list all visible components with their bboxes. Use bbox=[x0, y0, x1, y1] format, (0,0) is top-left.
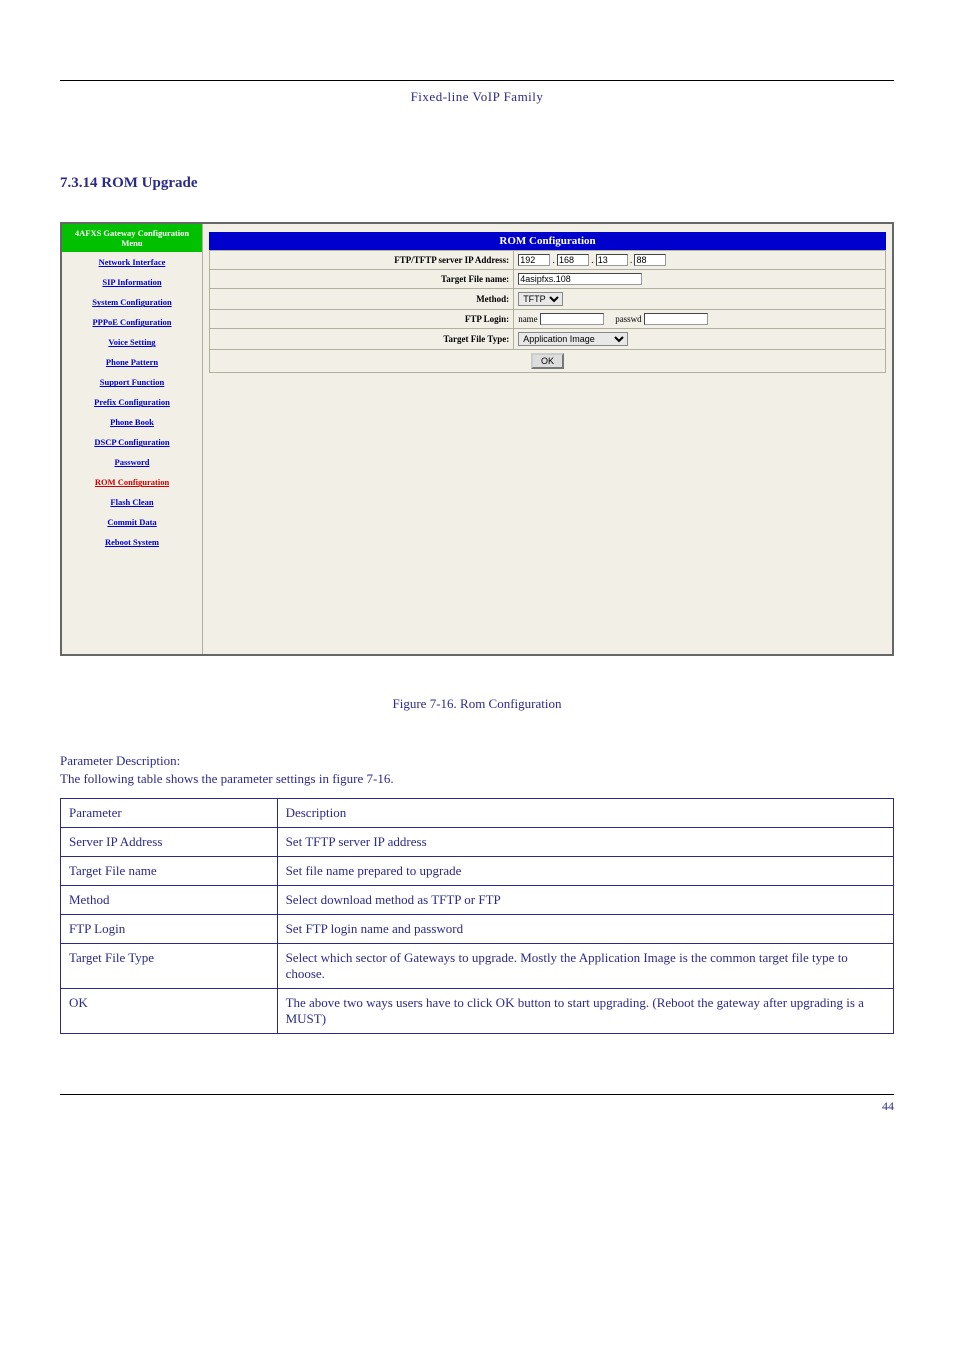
param-name: OK bbox=[61, 989, 278, 1034]
screenshot-frame: 4AFXS Gateway Configuration Menu Network… bbox=[60, 222, 894, 656]
ok-button[interactable]: OK bbox=[531, 353, 564, 369]
sidebar-item-sip[interactable]: SIP Information bbox=[62, 272, 202, 292]
rom-form: FTP/TFTP server IP Address: . . . Target… bbox=[209, 250, 886, 373]
section-heading: 7.3.14 ROM Upgrade bbox=[60, 175, 894, 192]
type-label: Target File Type: bbox=[210, 329, 514, 350]
table-row: Server IP AddressSet TFTP server IP addr… bbox=[61, 828, 894, 857]
param-name: FTP Login bbox=[61, 915, 278, 944]
param-desc: Description bbox=[277, 799, 893, 828]
target-file-input[interactable] bbox=[518, 273, 642, 285]
sidebar-item-support[interactable]: Support Function bbox=[62, 372, 202, 392]
sidebar-item-password[interactable]: Password bbox=[62, 452, 202, 472]
param-desc: Set TFTP server IP address bbox=[277, 828, 893, 857]
sidebar-item-commit[interactable]: Commit Data bbox=[62, 512, 202, 532]
ftp-passwd-input[interactable] bbox=[644, 313, 708, 325]
sidebar-item-phone-pattern[interactable]: Phone Pattern bbox=[62, 352, 202, 372]
method-select[interactable]: TFTP bbox=[518, 292, 563, 306]
figure-caption: Figure 7-16. Rom Configuration bbox=[60, 696, 894, 712]
sidebar-item-pppoe[interactable]: PPPoE Configuration bbox=[62, 312, 202, 332]
sidebar-item-prefix[interactable]: Prefix Configuration bbox=[62, 392, 202, 412]
login-pass-text: passwd bbox=[615, 314, 642, 324]
desc-sub: The following table shows the parameter … bbox=[60, 770, 894, 788]
table-row: ParameterDescription bbox=[61, 799, 894, 828]
sidebar-item-dscp[interactable]: DSCP Configuration bbox=[62, 432, 202, 452]
param-name: Server IP Address bbox=[61, 828, 278, 857]
table-row: Target File TypeSelect which sector of G… bbox=[61, 944, 894, 989]
sidebar-item-system[interactable]: System Configuration bbox=[62, 292, 202, 312]
ftp-name-input[interactable] bbox=[540, 313, 604, 325]
sidebar-item-rom[interactable]: ROM Configuration bbox=[62, 472, 202, 492]
ip-oct-4[interactable] bbox=[634, 254, 666, 266]
table-row: FTP LoginSet FTP login name and password bbox=[61, 915, 894, 944]
desc-heading: Parameter Description: bbox=[60, 752, 894, 770]
sidebar-item-network[interactable]: Network Interface bbox=[62, 252, 202, 272]
target-type-select[interactable]: Application Image bbox=[518, 332, 628, 346]
login-label: FTP Login: bbox=[210, 310, 514, 329]
ip-oct-3[interactable] bbox=[596, 254, 628, 266]
param-desc: Set file name prepared to upgrade bbox=[277, 857, 893, 886]
table-row: OKThe above two ways users have to click… bbox=[61, 989, 894, 1034]
param-name: Target File name bbox=[61, 857, 278, 886]
method-label: Method: bbox=[210, 289, 514, 310]
sidebar-item-phone-book[interactable]: Phone Book bbox=[62, 412, 202, 432]
ip-label: FTP/TFTP server IP Address: bbox=[210, 251, 514, 270]
sidebar-item-reboot[interactable]: Reboot System bbox=[62, 532, 202, 552]
main-panel: ROM Configuration FTP/TFTP server IP Add… bbox=[203, 224, 892, 654]
ip-oct-2[interactable] bbox=[557, 254, 589, 266]
panel-title: ROM Configuration bbox=[209, 232, 886, 250]
page-number: 44 bbox=[60, 1099, 894, 1114]
file-label: Target File name: bbox=[210, 270, 514, 289]
sidebar-item-flash[interactable]: Flash Clean bbox=[62, 492, 202, 512]
param-desc: Select download method as TFTP or FTP bbox=[277, 886, 893, 915]
table-row: MethodSelect download method as TFTP or … bbox=[61, 886, 894, 915]
sidebar: 4AFXS Gateway Configuration Menu Network… bbox=[62, 224, 203, 654]
param-name: Method bbox=[61, 886, 278, 915]
sidebar-header: 4AFXS Gateway Configuration Menu bbox=[62, 224, 202, 252]
param-desc: The above two ways users have to click O… bbox=[277, 989, 893, 1034]
table-row: Target File nameSet file name prepared t… bbox=[61, 857, 894, 886]
param-name: Target File Type bbox=[61, 944, 278, 989]
param-desc: Select which sector of Gateways to upgra… bbox=[277, 944, 893, 989]
login-name-text: name bbox=[518, 314, 538, 324]
param-desc: Set FTP login name and password bbox=[277, 915, 893, 944]
ip-oct-1[interactable] bbox=[518, 254, 550, 266]
doc-header-title: Fixed-line VoIP Family bbox=[60, 89, 894, 105]
param-table: ParameterDescription Server IP AddressSe… bbox=[60, 798, 894, 1034]
sidebar-item-voice[interactable]: Voice Setting bbox=[62, 332, 202, 352]
param-name: Parameter bbox=[61, 799, 278, 828]
